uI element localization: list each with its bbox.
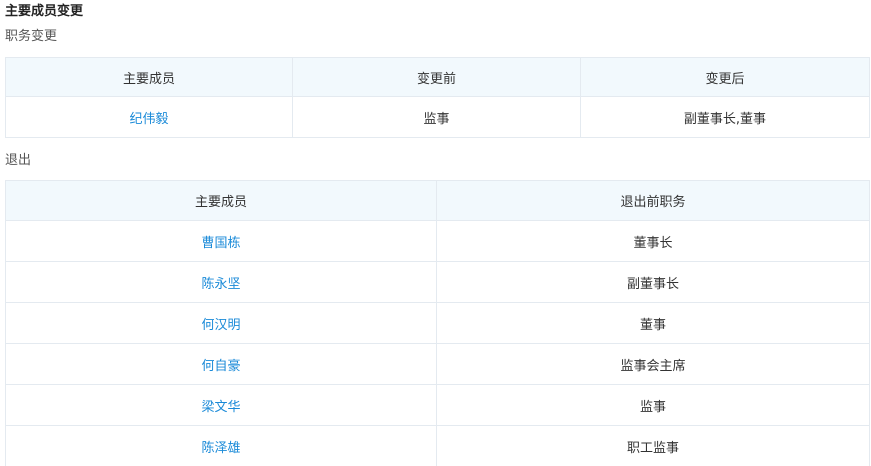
member-link[interactable]: 陈泽雄 xyxy=(201,441,240,456)
member-link[interactable]: 何自豪 xyxy=(201,359,240,374)
member-link[interactable]: 梁文华 xyxy=(201,400,240,415)
role-cell: 董事长 xyxy=(436,220,870,262)
table-header-row: 主要成员 变更前 变更后 xyxy=(5,57,870,97)
column-header-member: 主要成员 xyxy=(5,57,293,97)
table-row: 陈泽雄 职工监事 xyxy=(5,425,870,466)
before-cell: 监事 xyxy=(292,96,581,138)
member-cell: 纪伟毅 xyxy=(5,96,293,138)
role-cell: 职工监事 xyxy=(436,425,870,466)
column-header-after: 变更后 xyxy=(580,57,870,97)
member-cell: 曹国栋 xyxy=(5,220,437,262)
role-cell: 董事 xyxy=(436,302,870,344)
member-cell: 何自豪 xyxy=(5,343,437,385)
member-link[interactable]: 纪伟毅 xyxy=(129,112,168,127)
section-title: 主要成员变更 xyxy=(5,4,84,19)
member-cell: 梁文华 xyxy=(5,384,437,426)
role-cell: 副董事长 xyxy=(436,261,870,303)
column-header-prior-role: 退出前职务 xyxy=(436,180,870,221)
column-header-member: 主要成员 xyxy=(5,180,437,221)
page: 主要成员变更 职务变更 主要成员 变更前 变更后 纪伟毅 监事 副董事长,董事 … xyxy=(0,0,871,466)
member-link[interactable]: 何汉明 xyxy=(201,318,240,333)
exit-label: 退出 xyxy=(5,153,32,168)
member-link[interactable]: 曹国栋 xyxy=(201,236,240,251)
role-cell: 监事会主席 xyxy=(436,343,870,385)
position-change-label: 职务变更 xyxy=(5,29,58,44)
exit-table: 主要成员 退出前职务 曹国栋 董事长 陈永坚 副董事长 何汉明 董事 何自豪 监… xyxy=(5,180,870,466)
after-cell: 副董事长,董事 xyxy=(580,96,870,138)
member-cell: 陈永坚 xyxy=(5,261,437,303)
table-row: 曹国栋 董事长 xyxy=(5,220,870,262)
role-cell: 监事 xyxy=(436,384,870,426)
member-link[interactable]: 陈永坚 xyxy=(201,277,240,292)
table-row: 陈永坚 副董事长 xyxy=(5,261,870,303)
position-change-table: 主要成员 变更前 变更后 纪伟毅 监事 副董事长,董事 xyxy=(5,57,870,138)
table-row: 何自豪 监事会主席 xyxy=(5,343,870,385)
table-header-row: 主要成员 退出前职务 xyxy=(5,180,870,221)
member-cell: 何汉明 xyxy=(5,302,437,344)
table-row: 何汉明 董事 xyxy=(5,302,870,344)
table-row: 纪伟毅 监事 副董事长,董事 xyxy=(5,96,870,138)
table-row: 梁文华 监事 xyxy=(5,384,870,426)
member-cell: 陈泽雄 xyxy=(5,425,437,466)
column-header-before: 变更前 xyxy=(292,57,581,97)
